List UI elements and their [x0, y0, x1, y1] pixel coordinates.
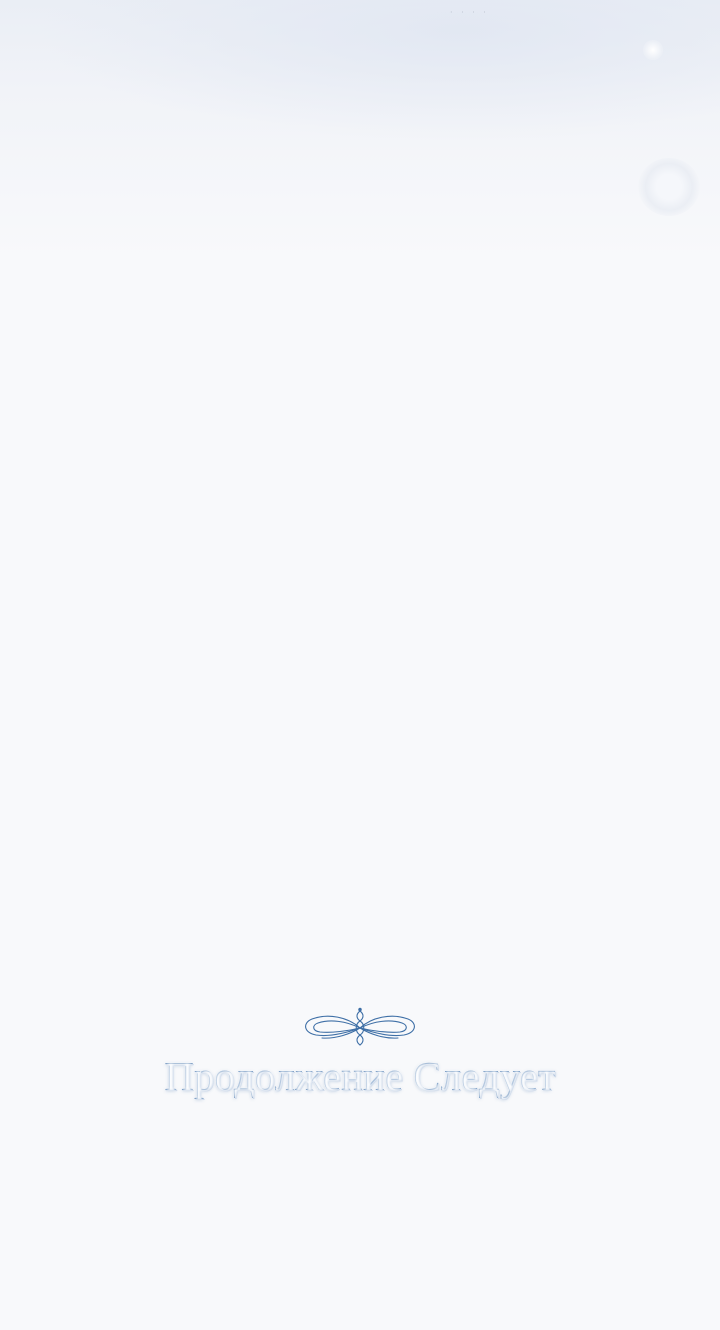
to-be-continued-title: Продолжение Следует	[100, 1046, 620, 1106]
flourish-ornament-icon	[305, 1007, 415, 1046]
bokeh-light-large	[638, 158, 700, 216]
top-light-band	[0, 0, 720, 170]
top-speck-dots: · · · ·	[450, 8, 489, 17]
bokeh-light-small	[643, 40, 663, 60]
